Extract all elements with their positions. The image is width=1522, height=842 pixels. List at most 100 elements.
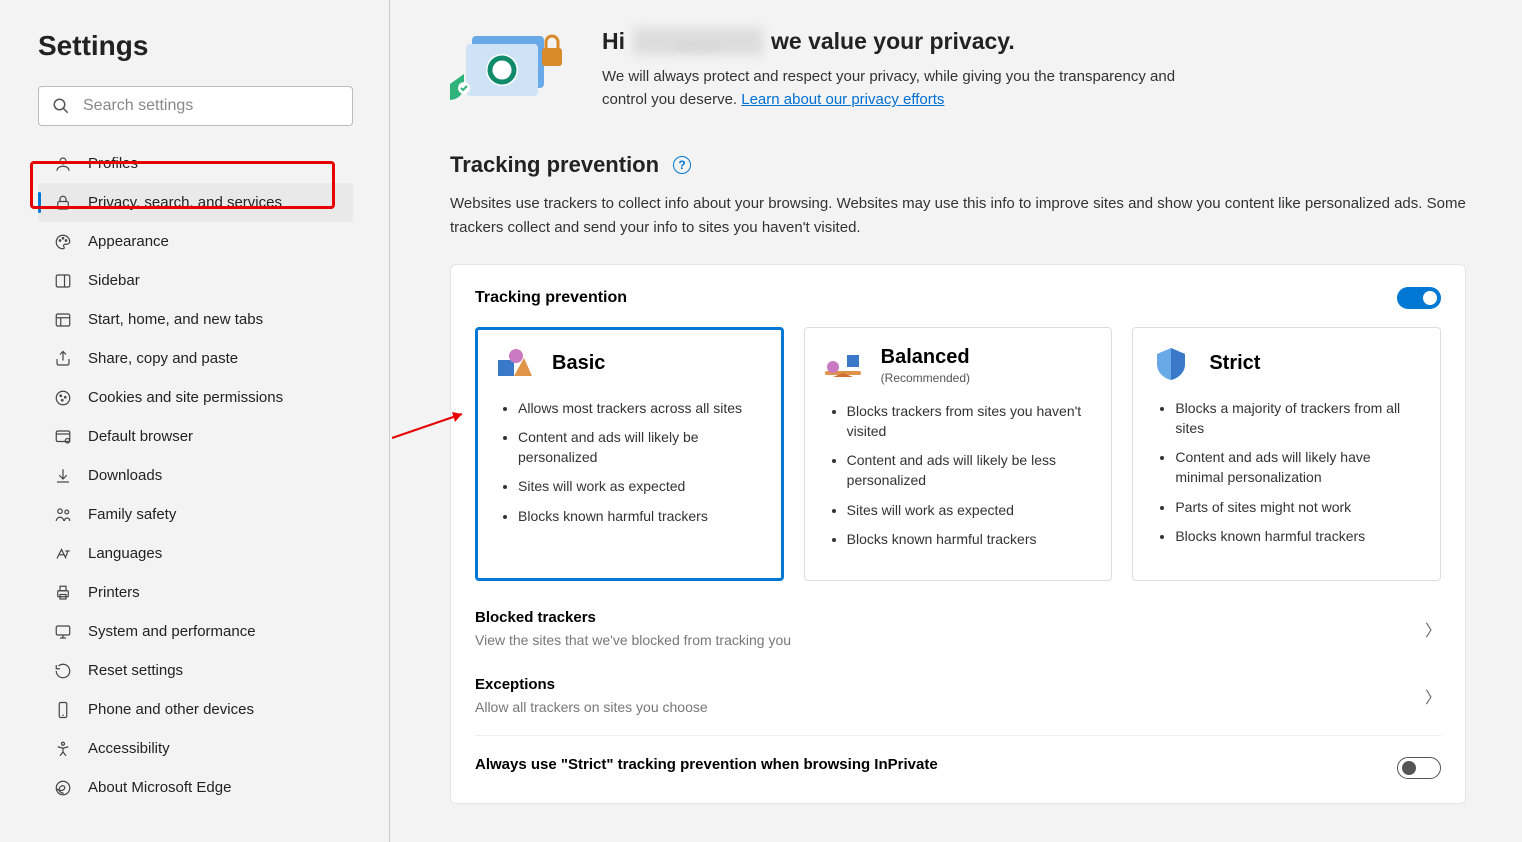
tracking-toggle[interactable] xyxy=(1397,287,1441,309)
sidebar-nav: Profiles Privacy, search, and services App… xyxy=(38,144,389,807)
hero-illustration xyxy=(450,28,574,108)
sidebar-item-label: Default browser xyxy=(88,428,193,445)
tracking-level-point: Content and ads will likely be less pers… xyxy=(847,450,1094,491)
tracking-level-balanced[interactable]: Balanced (Recommended) Blocks trackers fro… xyxy=(804,327,1113,582)
edge-icon xyxy=(54,779,72,797)
sidebar-item-reset[interactable]: Reset settings xyxy=(38,651,353,690)
sidebar-item-label: Share, copy and paste xyxy=(88,350,238,367)
sidebar-item-printers[interactable]: Printers xyxy=(38,573,353,612)
main-content: Hi …… we value your privacy. We will alw… xyxy=(390,0,1522,842)
sidebar-item-share[interactable]: Share, copy and paste xyxy=(38,339,353,378)
blocked-trackers-row[interactable]: Blocked trackers View the sites that we'… xyxy=(475,595,1441,662)
sidebar-item-label: About Microsoft Edge xyxy=(88,779,231,796)
sidebar-icon xyxy=(54,272,72,290)
search-input[interactable] xyxy=(38,86,353,126)
tracking-level-subtitle: (Recommended) xyxy=(881,371,970,385)
download-icon xyxy=(54,467,72,485)
sidebar-item-label: Profiles xyxy=(88,155,138,172)
sidebar-item-label: Family safety xyxy=(88,506,176,523)
hero-greeting-prefix: Hi xyxy=(602,28,625,55)
sidebar-item-label: Sidebar xyxy=(88,272,140,289)
sidebar-item-label: System and performance xyxy=(88,623,256,640)
sidebar-item-cookies[interactable]: Cookies and site permissions xyxy=(38,378,353,417)
profile-icon xyxy=(54,155,72,173)
sidebar-item-privacy[interactable]: Privacy, search, and services xyxy=(38,183,353,222)
hero-heading: Hi …… we value your privacy. xyxy=(602,28,1222,55)
tracking-level-point: Blocks known harmful trackers xyxy=(518,506,765,526)
languages-icon xyxy=(54,545,72,563)
sidebar-item-label: Appearance xyxy=(88,233,169,250)
strict-inprivate-toggle[interactable] xyxy=(1397,757,1441,779)
sidebar-item-system[interactable]: System and performance xyxy=(38,612,353,651)
hero-greeting-suffix: we value your privacy. xyxy=(771,28,1015,55)
tracking-level-point: Blocks trackers from sites you haven't v… xyxy=(847,401,1094,442)
tracking-level-point: Blocks known harmful trackers xyxy=(1175,526,1422,546)
sidebar-item-downloads[interactable]: Downloads xyxy=(38,456,353,495)
system-icon xyxy=(54,623,72,641)
lock-icon xyxy=(54,194,72,212)
tracking-level-point: Allows most trackers across all sites xyxy=(518,398,765,418)
privacy-hero: Hi …… we value your privacy. We will alw… xyxy=(450,28,1466,112)
sidebar-item-label: Cookies and site permissions xyxy=(88,389,283,406)
sidebar-item-label: Privacy, search, and services xyxy=(88,194,282,211)
tracking-level-point: Parts of sites might not work xyxy=(1175,497,1422,517)
hero-body: We will always protect and respect your … xyxy=(602,65,1222,112)
chevron-right-icon: 〉 xyxy=(1425,684,1441,708)
sidebar-item-label: Start, home, and new tabs xyxy=(88,311,263,328)
tracking-level-point: Content and ads will likely have minimal… xyxy=(1175,447,1422,488)
tracking-level-point: Blocks known harmful trackers xyxy=(847,529,1094,549)
tracking-section-title: Tracking prevention ? xyxy=(450,152,1466,178)
share-icon xyxy=(54,350,72,368)
tracking-level-title: Strict xyxy=(1209,352,1260,375)
printer-icon xyxy=(54,584,72,602)
basic-level-icon xyxy=(494,346,534,382)
sidebar-item-start[interactable]: Start, home, and new tabs xyxy=(38,300,353,339)
accessibility-icon xyxy=(54,740,72,758)
balanced-level-icon xyxy=(823,347,863,383)
sidebar-item-label: Accessibility xyxy=(88,740,170,757)
exceptions-row[interactable]: Exceptions Allow all trackers on sites y… xyxy=(475,662,1441,729)
tracking-card-title: Tracking prevention xyxy=(475,289,627,307)
tracking-level-point: Blocks a majority of trackers from all s… xyxy=(1175,398,1422,439)
cookies-icon xyxy=(54,389,72,407)
sidebar-item-languages[interactable]: Languages xyxy=(38,534,353,573)
tracking-section-desc: Websites use trackers to collect info ab… xyxy=(450,192,1466,240)
tracking-level-point: Sites will work as expected xyxy=(518,476,765,496)
sidebar-item-accessibility[interactable]: Accessibility xyxy=(38,729,353,768)
info-icon[interactable]: ? xyxy=(673,156,691,174)
page-title: Settings xyxy=(38,30,389,62)
tracking-prevention-card: Tracking prevention Basic Allows most tra… xyxy=(450,264,1466,805)
sidebar-item-phone[interactable]: Phone and other devices xyxy=(38,690,353,729)
chevron-right-icon: 〉 xyxy=(1425,617,1441,641)
sidebar-item-sidebar[interactable]: Sidebar xyxy=(38,261,353,300)
tracking-level-title: Basic xyxy=(552,352,605,375)
palette-icon xyxy=(54,233,72,251)
hero-username-blurred: …… xyxy=(633,28,763,55)
reset-icon xyxy=(54,662,72,680)
sidebar-item-about[interactable]: About Microsoft Edge xyxy=(38,768,353,807)
sidebar-item-label: Printers xyxy=(88,584,140,601)
search-icon xyxy=(52,97,70,115)
tracking-level-strict[interactable]: Strict Blocks a majority of trackers from… xyxy=(1132,327,1441,582)
sidebar-item-label: Downloads xyxy=(88,467,162,484)
grid-icon xyxy=(54,311,72,329)
tracking-level-title: Balanced xyxy=(881,346,970,369)
sidebar-item-appearance[interactable]: Appearance xyxy=(38,222,353,261)
sidebar-item-label: Languages xyxy=(88,545,162,562)
phone-icon xyxy=(54,701,72,719)
sidebar-item-label: Phone and other devices xyxy=(88,701,254,718)
search-wrapper xyxy=(38,86,353,126)
tracking-level-basic[interactable]: Basic Allows most trackers across all sit… xyxy=(475,327,784,582)
default-browser-icon xyxy=(54,428,72,446)
strict-inprivate-row: Always use "Strict" tracking prevention … xyxy=(475,735,1441,793)
strict-level-icon xyxy=(1151,346,1191,382)
sidebar-item-family[interactable]: Family safety xyxy=(38,495,353,534)
tracking-level-grid: Basic Allows most trackers across all sit… xyxy=(475,327,1441,582)
settings-sidebar: Settings Profiles Privacy, search, and se… xyxy=(0,0,390,842)
sidebar-item-default[interactable]: Default browser xyxy=(38,417,353,456)
tracking-level-point: Content and ads will likely be personali… xyxy=(518,427,765,468)
privacy-learn-link[interactable]: Learn about our privacy efforts xyxy=(741,91,944,108)
tracking-level-point: Sites will work as expected xyxy=(847,500,1094,520)
sidebar-item-profiles[interactable]: Profiles xyxy=(38,144,353,183)
family-icon xyxy=(54,506,72,524)
